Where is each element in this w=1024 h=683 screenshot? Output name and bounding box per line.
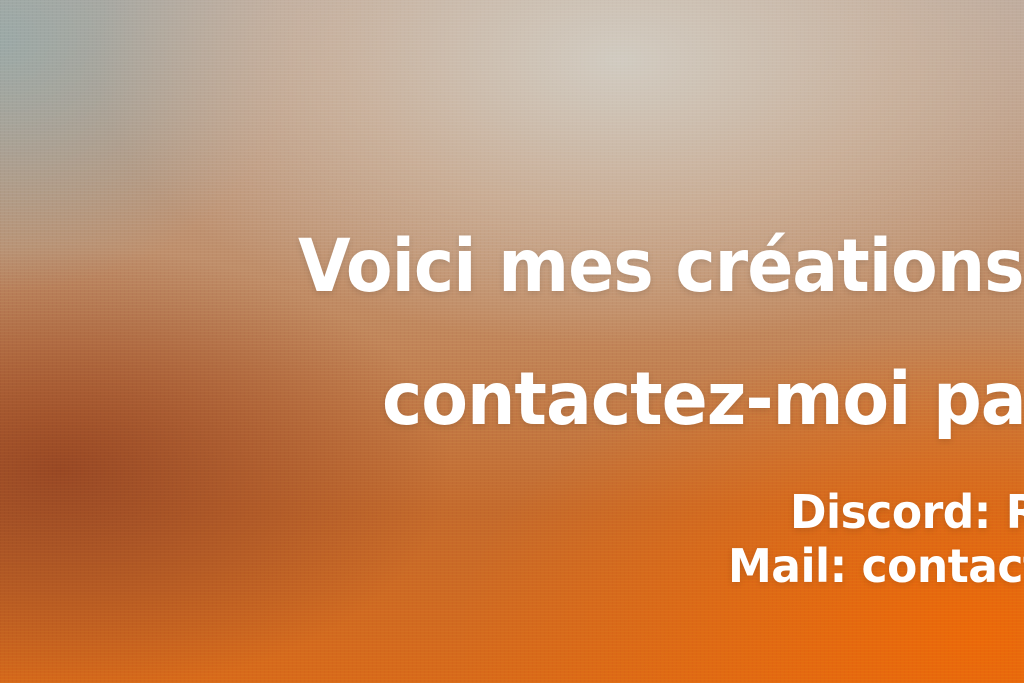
hero-heading-line-2: contactez-moi par: [382, 357, 1024, 443]
hero-text-area: Voici mes créations, s contactez-moi par…: [0, 0, 1024, 683]
hero-heading-line-1: Voici mes créations, s: [298, 224, 1024, 310]
discord-contact: Discord: Rea: [790, 486, 1024, 540]
mail-contact: Mail: contact@: [728, 540, 1024, 594]
